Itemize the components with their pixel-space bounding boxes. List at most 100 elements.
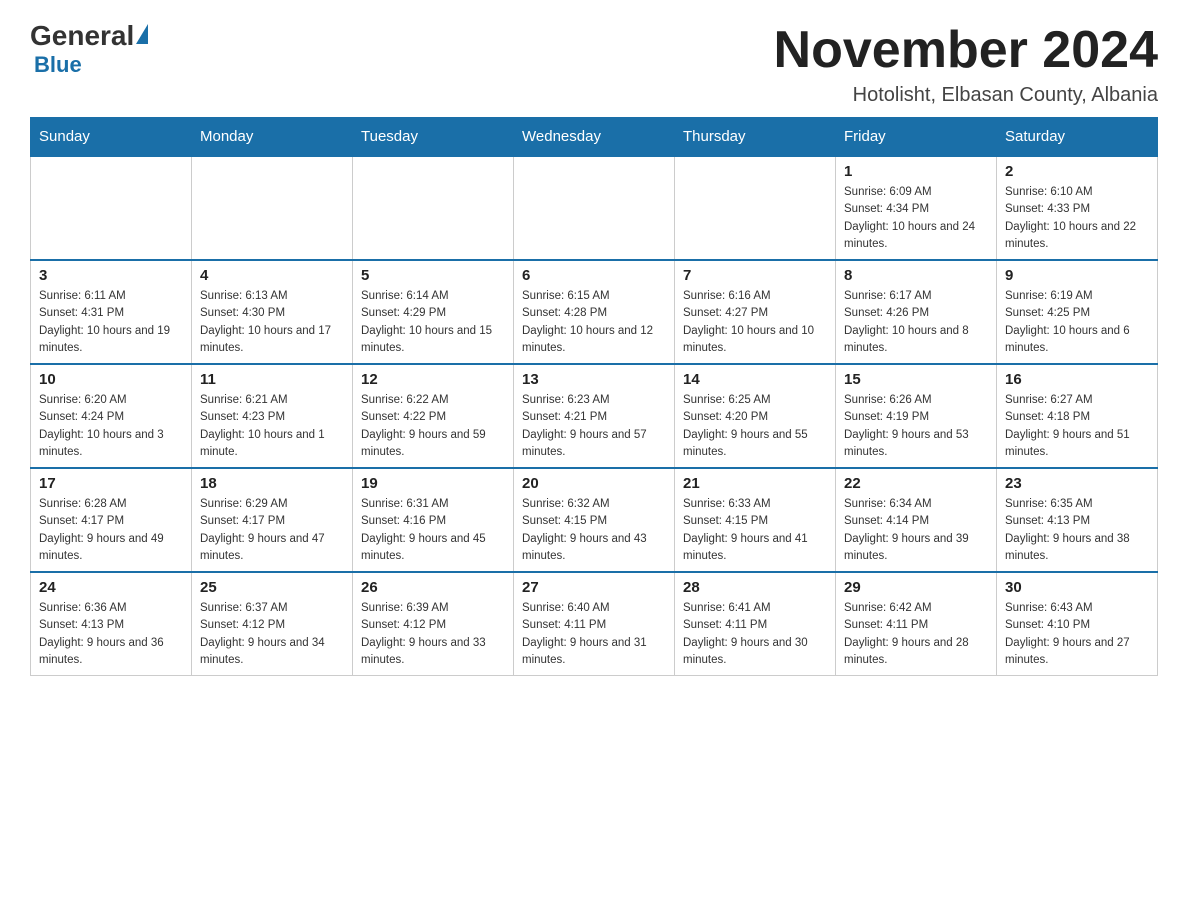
day-number: 29 [844,579,988,596]
day-info: Sunrise: 6:25 AMSunset: 4:20 PMDaylight:… [683,392,827,461]
day-info: Sunrise: 6:27 AMSunset: 4:18 PMDaylight:… [1005,392,1149,461]
calendar-week-row: 3Sunrise: 6:11 AMSunset: 4:31 PMDaylight… [31,260,1158,364]
day-number: 21 [683,475,827,492]
calendar-week-row: 10 Sunrise: 6:20 AMSunset: 4:24 PMDayligh… [31,364,1158,468]
calendar-cell: 16Sunrise: 6:27 AMSunset: 4:18 PMDayligh… [997,364,1158,468]
day-info: Sunrise: 6:40 AMSunset: 4:11 PMDaylight:… [522,600,666,669]
day-info: Sunrise: 6:33 AMSunset: 4:15 PMDaylight:… [683,496,827,565]
calendar-cell: 26Sunrise: 6:39 AMSunset: 4:12 PMDayligh… [353,572,514,676]
day-number: 4 [200,267,344,284]
day-number: 10 [39,371,183,388]
day-info: Sunrise: 6:29 AMSunset: 4:17 PMDaylight:… [200,496,344,565]
day-info: Sunrise: 6:28 AMSunset: 4:17 PMDaylight:… [39,496,183,565]
calendar-cell: 18 Sunrise: 6:29 AMSunset: 4:17 PMDayligh… [192,468,353,572]
calendar-cell [514,156,675,260]
day-info: Sunrise: 6:34 AMSunset: 4:14 PMDaylight:… [844,496,988,565]
logo-triangle-icon [136,24,148,44]
calendar-cell: 27 Sunrise: 6:40 AMSunset: 4:11 PMDayligh… [514,572,675,676]
weekday-header-saturday: Saturday [997,118,1158,157]
day-number: 9 [1005,267,1149,284]
calendar-cell: 9 Sunrise: 6:19 AMSunset: 4:25 PMDaylight… [997,260,1158,364]
day-info: Sunrise: 6:16 AMSunset: 4:27 PMDaylight:… [683,288,827,357]
calendar-cell: 17 Sunrise: 6:28 AMSunset: 4:17 PMDayligh… [31,468,192,572]
calendar-week-row: 17 Sunrise: 6:28 AMSunset: 4:17 PMDayligh… [31,468,1158,572]
day-number: 5 [361,267,505,284]
day-number: 27 [522,579,666,596]
day-number: 11 [200,371,344,388]
calendar-cell [31,156,192,260]
day-info: Sunrise: 6:43 AMSunset: 4:10 PMDaylight:… [1005,600,1149,669]
calendar-cell: 22 Sunrise: 6:34 AMSunset: 4:14 PMDayligh… [836,468,997,572]
calendar-cell: 24 Sunrise: 6:36 AMSunset: 4:13 PMDayligh… [31,572,192,676]
day-number: 2 [1005,163,1149,180]
day-info: Sunrise: 6:35 AMSunset: 4:13 PMDaylight:… [1005,496,1149,565]
day-info: Sunrise: 6:42 AMSunset: 4:11 PMDaylight:… [844,600,988,669]
calendar-cell: 25Sunrise: 6:37 AMSunset: 4:12 PMDayligh… [192,572,353,676]
day-number: 23 [1005,475,1149,492]
calendar-cell: 6Sunrise: 6:15 AMSunset: 4:28 PMDaylight… [514,260,675,364]
calendar-cell: 19 Sunrise: 6:31 AMSunset: 4:16 PMDayligh… [353,468,514,572]
calendar-cell: 29 Sunrise: 6:42 AMSunset: 4:11 PMDayligh… [836,572,997,676]
day-info: Sunrise: 6:09 AMSunset: 4:34 PMDaylight:… [844,184,988,253]
day-info: Sunrise: 6:19 AMSunset: 4:25 PMDaylight:… [1005,288,1149,357]
calendar-cell: 20Sunrise: 6:32 AMSunset: 4:15 PMDayligh… [514,468,675,572]
day-number: 24 [39,579,183,596]
day-info: Sunrise: 6:41 AMSunset: 4:11 PMDaylight:… [683,600,827,669]
calendar-cell [675,156,836,260]
day-number: 14 [683,371,827,388]
day-number: 19 [361,475,505,492]
day-number: 17 [39,475,183,492]
calendar-cell: 4Sunrise: 6:13 AMSunset: 4:30 PMDaylight… [192,260,353,364]
day-info: Sunrise: 6:36 AMSunset: 4:13 PMDaylight:… [39,600,183,669]
logo: General Blue [30,20,148,78]
title-section: November 2024 Hotolisht, Elbasan County,… [774,20,1158,107]
day-info: Sunrise: 6:37 AMSunset: 4:12 PMDaylight:… [200,600,344,669]
calendar-cell: 12Sunrise: 6:22 AMSunset: 4:22 PMDayligh… [353,364,514,468]
calendar-table: SundayMondayTuesdayWednesdayThursdayFrid… [30,117,1158,676]
day-info: Sunrise: 6:32 AMSunset: 4:15 PMDaylight:… [522,496,666,565]
calendar-cell: 8 Sunrise: 6:17 AMSunset: 4:26 PMDaylight… [836,260,997,364]
calendar-cell: 5 Sunrise: 6:14 AMSunset: 4:29 PMDaylight… [353,260,514,364]
calendar-week-row: 24 Sunrise: 6:36 AMSunset: 4:13 PMDayligh… [31,572,1158,676]
calendar-cell [192,156,353,260]
month-title: November 2024 [774,20,1158,80]
day-info: Sunrise: 6:10 AMSunset: 4:33 PMDaylight:… [1005,184,1149,253]
calendar-cell: 23 Sunrise: 6:35 AMSunset: 4:13 PMDayligh… [997,468,1158,572]
day-info: Sunrise: 6:31 AMSunset: 4:16 PMDaylight:… [361,496,505,565]
day-info: Sunrise: 6:20 AMSunset: 4:24 PMDaylight:… [39,392,183,461]
day-info: Sunrise: 6:22 AMSunset: 4:22 PMDaylight:… [361,392,505,461]
weekday-header-sunday: Sunday [31,118,192,157]
calendar-cell: 7Sunrise: 6:16 AMSunset: 4:27 PMDaylight… [675,260,836,364]
weekday-header-wednesday: Wednesday [514,118,675,157]
calendar-cell: 2 Sunrise: 6:10 AMSunset: 4:33 PMDaylight… [997,156,1158,260]
calendar-cell: 3Sunrise: 6:11 AMSunset: 4:31 PMDaylight… [31,260,192,364]
day-number: 15 [844,371,988,388]
weekday-header-thursday: Thursday [675,118,836,157]
day-info: Sunrise: 6:17 AMSunset: 4:26 PMDaylight:… [844,288,988,357]
calendar-header-row: SundayMondayTuesdayWednesdayThursdayFrid… [31,118,1158,157]
day-number: 26 [361,579,505,596]
day-info: Sunrise: 6:26 AMSunset: 4:19 PMDaylight:… [844,392,988,461]
day-number: 22 [844,475,988,492]
day-number: 8 [844,267,988,284]
day-number: 28 [683,579,827,596]
calendar-cell: 11Sunrise: 6:21 AMSunset: 4:23 PMDayligh… [192,364,353,468]
calendar-cell: 10 Sunrise: 6:20 AMSunset: 4:24 PMDayligh… [31,364,192,468]
day-info: Sunrise: 6:14 AMSunset: 4:29 PMDaylight:… [361,288,505,357]
calendar-cell: 14 Sunrise: 6:25 AMSunset: 4:20 PMDayligh… [675,364,836,468]
calendar-cell: 13Sunrise: 6:23 AMSunset: 4:21 PMDayligh… [514,364,675,468]
weekday-header-tuesday: Tuesday [353,118,514,157]
weekday-header-monday: Monday [192,118,353,157]
calendar-cell: 1 Sunrise: 6:09 AMSunset: 4:34 PMDaylight… [836,156,997,260]
calendar-cell: 28 Sunrise: 6:41 AMSunset: 4:11 PMDayligh… [675,572,836,676]
day-number: 18 [200,475,344,492]
day-number: 3 [39,267,183,284]
calendar-cell [353,156,514,260]
day-number: 1 [844,163,988,180]
day-number: 13 [522,371,666,388]
logo-blue-text: Blue [34,52,82,78]
day-info: Sunrise: 6:15 AMSunset: 4:28 PMDaylight:… [522,288,666,357]
calendar-week-row: 1 Sunrise: 6:09 AMSunset: 4:34 PMDaylight… [31,156,1158,260]
page-header: General Blue November 2024 Hotolisht, El… [30,20,1158,107]
location-title: Hotolisht, Elbasan County, Albania [774,84,1158,107]
